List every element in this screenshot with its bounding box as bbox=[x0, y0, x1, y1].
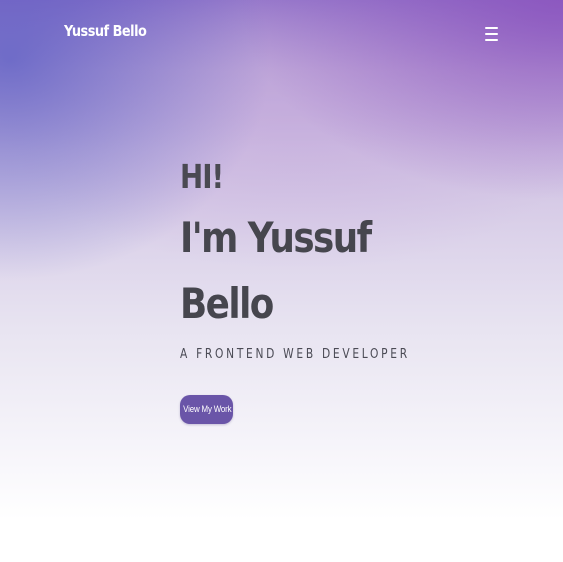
hero-greeting: HI! bbox=[180, 157, 224, 196]
view-my-work-label: View My Work bbox=[183, 404, 232, 414]
menu-line bbox=[485, 39, 498, 41]
hero-tagline: A FRONTEND WEB DEVELOPER bbox=[180, 347, 410, 362]
menu-line bbox=[485, 33, 498, 35]
hero-name-heading: I'm Yussuf Bello bbox=[180, 213, 372, 328]
hero-section: Yussuf Bello HI! I'm Yussuf Bello A FRON… bbox=[0, 0, 563, 562]
menu-line bbox=[485, 27, 498, 29]
view-my-work-button[interactable]: View My Work bbox=[180, 395, 233, 424]
hamburger-menu-icon[interactable] bbox=[485, 26, 499, 41]
brand-logo-link[interactable]: Yussuf Bello bbox=[64, 22, 147, 40]
